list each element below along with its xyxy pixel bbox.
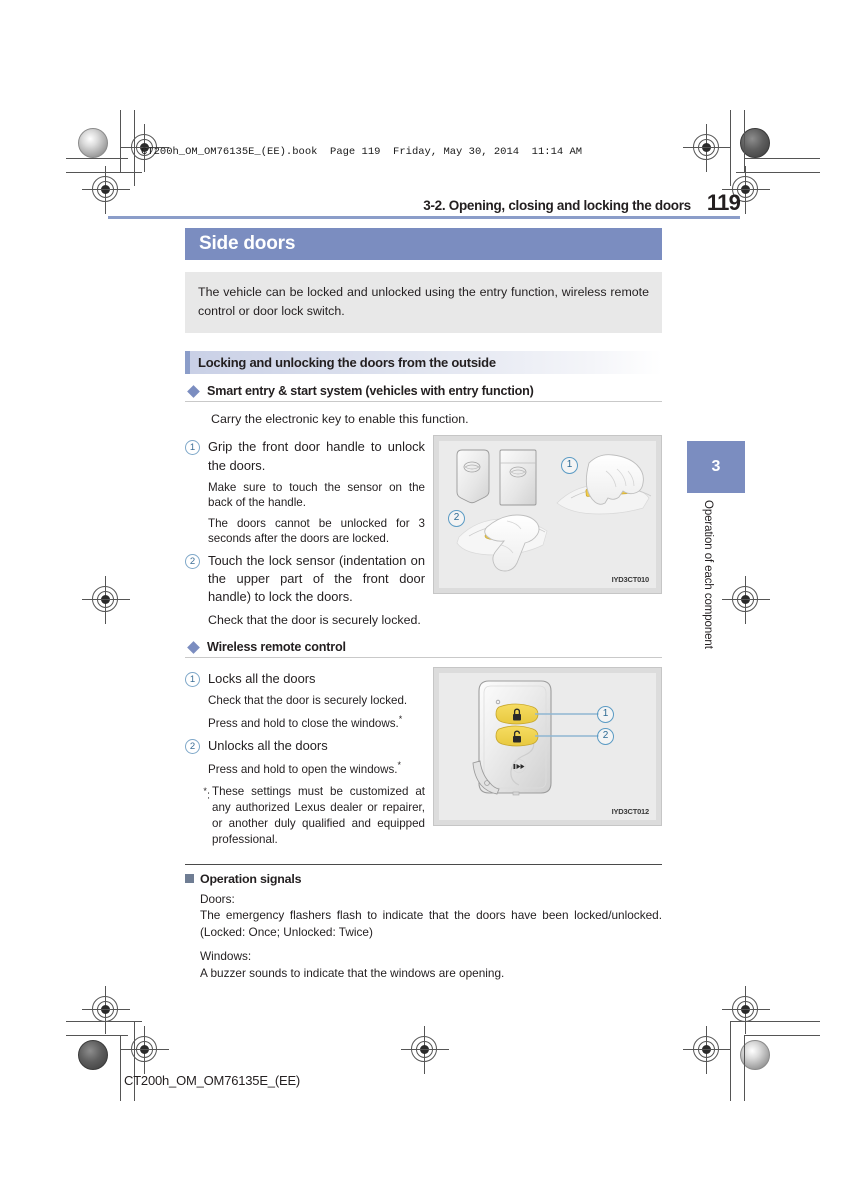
registration-mark-upper-left: [82, 166, 130, 214]
operation-signals-body: Doors: The emergency flashers flash to i…: [200, 891, 662, 981]
chapter-tab-number: 3: [711, 458, 721, 475]
list-item: 2 Unlocks all the doors: [185, 737, 425, 755]
wireless-remote-row: 1 Locks all the doors Check that the doo…: [185, 667, 662, 848]
registration-mark-lower-center: [401, 1026, 449, 1074]
header-rule: [108, 216, 740, 219]
page-number: 119: [706, 190, 741, 215]
figure-smart-entry: 1 2 IYD3CT010: [433, 435, 662, 595]
diamond-bullet-icon: [187, 385, 200, 398]
callout-number-2: 2: [185, 553, 200, 569]
list-item-text: Unlocks all the doors: [208, 738, 328, 754]
list-item-text: Touch the lock sensor (indentation on th…: [208, 552, 425, 605]
subsection-heading-smart-entry: Smart entry & start system (vehicles wit…: [185, 384, 662, 403]
operation-signals-heading: Operation signals: [200, 871, 302, 886]
footnote-marker-icon: *: [398, 713, 403, 724]
list-item-text: Grip the front door handle to unlock the…: [208, 439, 425, 473]
smart-entry-note-1b: The doors cannot be unlocked for 3 secon…: [208, 516, 425, 546]
list-item: 2 Touch the lock sensor (indentation on …: [185, 552, 425, 607]
smart-entry-note-2a: Check that the door is securely locked.: [208, 612, 421, 627]
subsection-heading-wireless-remote: Wireless remote control: [185, 640, 662, 659]
operation-signals-divider: [185, 863, 662, 865]
wireless-note-1b-text: Press and hold to close the windows.: [208, 716, 399, 730]
registration-mark-middle-left: [82, 576, 130, 624]
smart-entry-row: 1 Grip the front door handle to unlock t…: [185, 435, 662, 628]
wireless-note-1b: Press and hold to close the windows.*: [208, 714, 425, 731]
chapter-tab-label: Operation of each component: [702, 500, 714, 649]
page-title: Side doors: [199, 233, 296, 254]
callout-number-1: 1: [185, 440, 200, 456]
figure-callout-2: 2: [597, 728, 614, 746]
smart-entry-figure-column: 1 2 IYD3CT010: [433, 435, 662, 628]
footnote-star: *:: [203, 785, 210, 802]
running-head: 3-2. Opening, closing and locking the do…: [180, 190, 741, 216]
wireless-remote-illustration: [472, 680, 599, 796]
section-heading-bar: Locking and unlocking the doors from the…: [185, 351, 662, 375]
running-head-chapter-title: 3-2. Opening, closing and locking the do…: [423, 198, 691, 213]
footnote-row: *: These settings must be customized at …: [197, 784, 425, 848]
figure-callout-1: 1: [597, 706, 614, 724]
smart-entry-note-1a: Make sure to touch the sensor on the bac…: [208, 481, 425, 510]
operation-signals-text-doors: The emergency flashers flash to indicate…: [200, 908, 662, 939]
wireless-note-2a-text: Press and hold to open the windows.: [208, 763, 398, 777]
registration-mark-bottom-right: [722, 986, 770, 1034]
registration-mark-bottom-left: [82, 986, 130, 1034]
operation-signals-label-windows: Windows:: [200, 948, 252, 963]
figure-wireless-remote-canvas: 1 2 IYD3CT012: [439, 673, 656, 821]
figure-code-smart-entry: IYD3CT010: [611, 575, 650, 585]
figure-smart-entry-canvas: 1 2 IYD3CT010: [439, 441, 656, 589]
smart-entry-text-column: 1 Grip the front door handle to unlock t…: [185, 435, 425, 628]
crop-mark-top-left: [66, 110, 186, 206]
operation-signals-label-doors: Doors:: [200, 891, 235, 906]
figure-code-wireless-remote: IYD3CT012: [611, 807, 650, 817]
callout-number-2: 2: [185, 739, 200, 755]
section-heading: Locking and unlocking the doors from the…: [198, 355, 496, 371]
callout-number-1: 1: [185, 672, 200, 688]
page-footer: CT200h_OM_OM76135E_(EE): [124, 1073, 301, 1088]
figure-wireless-remote: 1 2 IYD3CT012: [433, 667, 662, 827]
list-item: 1 Locks all the doors: [185, 670, 425, 688]
registration-mark-lower-left: [121, 1026, 169, 1074]
wireless-note-2a: Press and hold to open the windows.*: [208, 760, 425, 777]
footnote-marker-icon: *: [397, 760, 402, 771]
operation-signals-text-windows: A buzzer sounds to indicate that the win…: [200, 965, 505, 980]
chapter-tab: 3: [687, 441, 745, 493]
operation-signals-heading-row: Operation signals: [185, 872, 662, 886]
footnote-text: These settings must be customized at any…: [212, 784, 425, 846]
wireless-remote-text-column: 1 Locks all the doors Check that the doo…: [185, 667, 425, 848]
subsection-heading-wireless-remote-label: Wireless remote control: [207, 640, 346, 655]
registration-mark-top-right: [683, 124, 731, 172]
square-bullet-icon: [185, 874, 194, 884]
list-item: 1 Grip the front door handle to unlock t…: [185, 438, 425, 475]
page-title-band: Side doors: [185, 228, 662, 260]
intro-box: The vehicle can be locked and unlocked u…: [185, 272, 662, 334]
wireless-remote-figure-column: 1 2 IYD3CT012: [433, 667, 662, 848]
page-content: Side doors The vehicle can be locked and…: [185, 228, 662, 981]
wireless-note-1a: Check that the door is securely locked.: [208, 694, 408, 708]
registration-mark-middle-right: [722, 576, 770, 624]
print-file-header: CT200h_OM_OM76135E_(EE).book Page 119 Fr…: [141, 146, 583, 158]
smart-entry-illustration: [456, 449, 652, 572]
smart-entry-lead: Carry the electronic key to enable this …: [211, 412, 469, 427]
registration-mark-lower-right: [683, 1026, 731, 1074]
diamond-bullet-icon: [187, 640, 200, 654]
subsection-heading-smart-entry-label: Smart entry & start system (vehicles wit…: [207, 384, 534, 399]
list-item-text: Locks all the doors: [208, 671, 316, 687]
